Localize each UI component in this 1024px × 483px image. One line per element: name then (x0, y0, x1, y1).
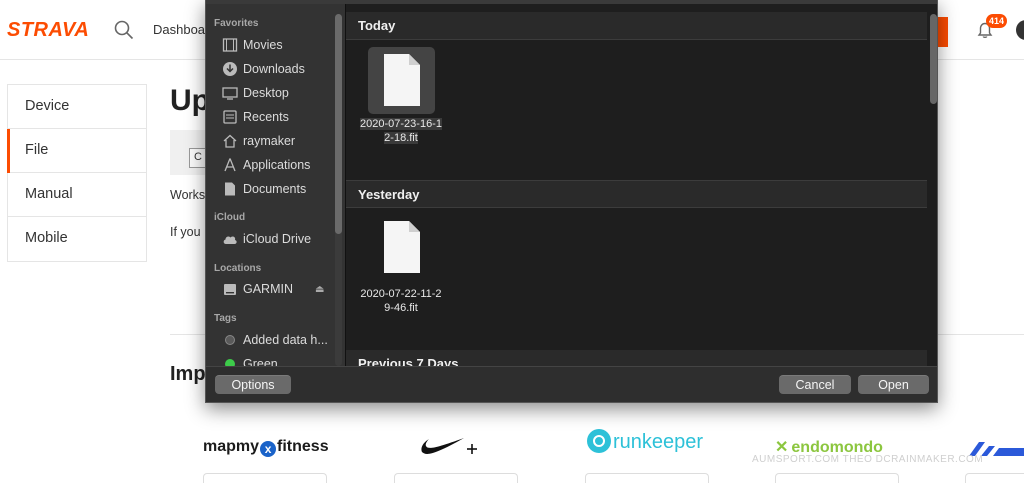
fitness-text: fitness (277, 438, 329, 455)
nike-plus-logo[interactable] (420, 430, 490, 460)
file-open-dialog: Favorites Movies Downloads Desktop Recen… (205, 0, 938, 403)
strava-logo[interactable]: STRAVA (7, 19, 89, 42)
sidebar-item-label: Downloads (243, 62, 305, 76)
sidebar-item-label: GARMIN (243, 282, 293, 296)
sidebar-item-label: raymaker (243, 134, 296, 148)
avatar[interactable] (1016, 20, 1024, 40)
watermark-text: AUMSPORT.COM THEO DCRAINMAKER.COM (752, 454, 984, 465)
search-icon[interactable] (114, 20, 134, 40)
page-title: Up (170, 84, 210, 117)
download-icon (223, 62, 237, 76)
favorites-section-label: Favorites (214, 18, 259, 29)
file-item-today[interactable]: 2020-07-23-16-1 2-18.fit (346, 117, 456, 145)
sidebar-item-desktop[interactable]: Desktop (222, 83, 289, 103)
sidebar-item-garmin[interactable]: GARMIN (222, 279, 293, 299)
file-name-line: 9-46.fit (384, 302, 418, 314)
drive-icon (224, 284, 236, 295)
partner-card[interactable] (775, 473, 899, 483)
file-name-line: 2020-07-22-11-2 (360, 288, 442, 300)
runkeeper-icon (587, 429, 611, 453)
tags-section-label: Tags (214, 313, 237, 324)
upload-button[interactable] (938, 17, 948, 47)
sidebar-item-movies[interactable]: Movies (222, 35, 283, 55)
file-browser-pane: Today 2020-07-23-16-1 2-18.fit Yesterday… (345, 4, 937, 378)
sidebar-item-label: Applications (243, 158, 311, 172)
file-item-yesterday[interactable]: 2020-07-22-11-2 9-46.fit (346, 287, 456, 315)
import-heading: Imp (170, 363, 206, 385)
sidebar-item-label: Desktop (243, 86, 289, 100)
file-icon[interactable] (382, 52, 422, 108)
tag-color-dot (225, 335, 235, 345)
mapmy-x-icon: x (260, 441, 277, 457)
runkeeper-logo[interactable]: runkeeper (587, 429, 703, 454)
partner-card[interactable] (394, 473, 518, 483)
applications-icon (224, 158, 236, 172)
sidebar-item-icloud-drive[interactable]: iCloud Drive (222, 229, 311, 249)
sidebar-item-label: Documents (243, 182, 307, 196)
icloud-section-label: iCloud (214, 212, 246, 223)
group-header-today: Today (346, 12, 927, 40)
recents-icon (223, 110, 237, 124)
content-scrollbar-thumb[interactable] (930, 14, 937, 104)
sidebar-item-documents[interactable]: Documents (222, 179, 306, 199)
document-icon (225, 182, 235, 196)
upload-method-menu: Device File Manual Mobile (7, 84, 147, 262)
desktop-icon (222, 87, 238, 100)
eject-icon[interactable]: ⏏ (315, 284, 324, 295)
film-icon (222, 38, 238, 52)
menu-item-manual[interactable]: Manual (8, 173, 146, 217)
home-icon (223, 134, 237, 148)
locations-section-label: Locations (214, 263, 262, 274)
menu-item-file[interactable]: File (7, 129, 146, 173)
nav-dashboard-link[interactable]: Dashboa (153, 22, 205, 37)
mapmyfitness-logo[interactable]: mapmy x fitness (203, 438, 329, 457)
dialog-footer: Options Cancel Open (206, 366, 937, 402)
sidebar-item-label: iCloud Drive (243, 232, 312, 246)
sidebar-item-downloads[interactable]: Downloads (222, 59, 305, 79)
file-name-line: 2020-07-23-16-1 (360, 118, 442, 130)
finder-sidebar: Favorites Movies Downloads Desktop Recen… (206, 4, 345, 371)
partner-card[interactable] (585, 473, 709, 483)
partner-card[interactable] (203, 473, 327, 483)
sidebar-item-applications[interactable]: Applications (222, 155, 310, 175)
mapmy-text: mapmy (203, 438, 260, 455)
menu-item-device[interactable]: Device (8, 85, 146, 129)
file-icon[interactable] (382, 219, 422, 275)
sidebar-item-home[interactable]: raymaker (222, 131, 295, 151)
menu-item-mobile[interactable]: Mobile (8, 217, 146, 261)
open-button[interactable]: Open (858, 375, 929, 394)
options-button[interactable]: Options (215, 375, 291, 394)
runkeeper-text: runkeeper (613, 431, 704, 453)
cloud-icon (223, 236, 237, 244)
sidebar-item-recents[interactable]: Recents (222, 107, 289, 127)
sidebar-item-label: Added data h... (243, 333, 328, 347)
cancel-button[interactable]: Cancel (779, 375, 851, 394)
works-with-text: Works (170, 188, 206, 202)
sidebar-tag-added-data[interactable]: Added data h... (222, 330, 328, 350)
partner-card[interactable] (965, 473, 1024, 483)
help-text: If you (170, 225, 201, 239)
sidebar-scrollbar-thumb[interactable] (335, 14, 342, 234)
file-name-line: 2-18.fit (384, 132, 418, 144)
sidebar-item-label: Recents (243, 110, 289, 124)
group-header-yesterday: Yesterday (346, 180, 927, 208)
notification-badge: 414 (986, 14, 1008, 28)
sidebar-item-label: Movies (243, 38, 283, 52)
